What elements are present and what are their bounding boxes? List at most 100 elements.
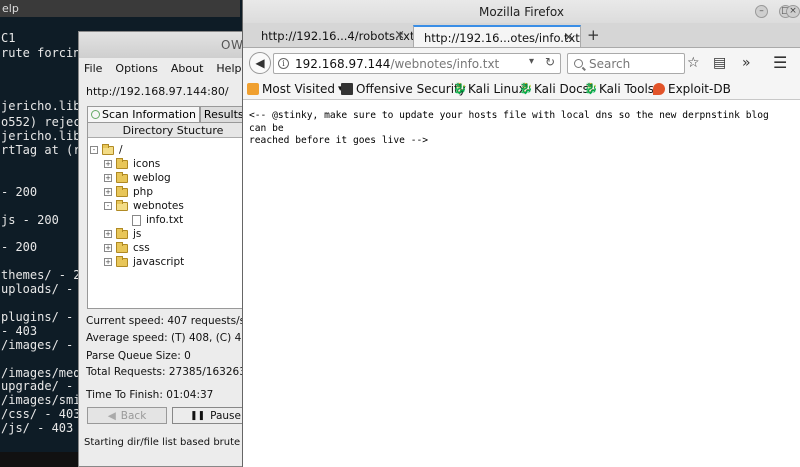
tree-item-root[interactable]: - / xyxy=(90,143,123,157)
terminal-line: /images/smil xyxy=(1,393,88,407)
bookmark-offensive-security[interactable]: Offensive Security xyxy=(341,82,466,96)
tree-item-javascript[interactable]: + javascript xyxy=(104,255,184,269)
url-path: /webnotes/info.txt xyxy=(390,56,500,71)
tree-label: weblog xyxy=(133,172,171,184)
terminal-line: upgrade/ - 4 xyxy=(1,379,88,393)
star-bookmark-icon[interactable]: ☆ xyxy=(687,55,700,71)
bookmark-kali-linux[interactable]: 🐉 Kali Linux xyxy=(453,82,526,96)
tree-item-php[interactable]: + php xyxy=(104,185,153,199)
bookmark-label: Kali Tools xyxy=(599,82,655,96)
url-bar[interactable]: i 192.168.97.144/webnotes/info.txt ▾ ↻ xyxy=(273,53,561,74)
terminal-line: js - 200 xyxy=(1,213,59,227)
offensive-security-icon xyxy=(341,83,353,95)
collapse-icon[interactable]: - xyxy=(104,202,112,210)
tree-item-webnotes[interactable]: - webnotes xyxy=(104,199,184,213)
menu-about[interactable]: About xyxy=(171,59,204,77)
expand-icon[interactable]: + xyxy=(104,258,112,266)
search-placeholder: Search xyxy=(589,56,631,71)
tree-item-info-txt[interactable]: info.txt xyxy=(132,213,183,227)
tree-label: icons xyxy=(133,158,161,170)
terminal-line: jericho.lib xyxy=(1,99,81,113)
firefox-titlebar: Mozilla Firefox – □ × xyxy=(243,0,800,23)
terminal-line: C1 xyxy=(1,31,16,45)
url-dropdown-icon[interactable]: ▾ xyxy=(529,56,534,67)
most-visited-icon xyxy=(247,83,259,95)
file-icon xyxy=(132,214,141,226)
minimize-icon[interactable]: – xyxy=(755,5,768,18)
expand-icon[interactable]: + xyxy=(104,160,112,168)
terminal-line: /images/medi xyxy=(1,366,88,380)
owasp-window-title: OWA xyxy=(79,32,257,58)
search-icon xyxy=(574,59,583,68)
exploit-db-icon xyxy=(653,83,665,95)
back-arrow-icon[interactable]: ◀ xyxy=(249,52,271,74)
reload-icon[interactable]: ↻ xyxy=(545,55,555,69)
average-speed: Average speed: (T) 408, (C) 414 r xyxy=(86,332,258,344)
tree-label: js xyxy=(133,228,142,240)
page-content: <-- @stinky, make sure to update your ho… xyxy=(243,101,800,467)
bookmark-label: Kali Docs xyxy=(534,82,589,96)
window-title: Mozilla Firefox xyxy=(479,5,564,19)
terminal-line: uploads/ - 4 xyxy=(1,282,88,296)
terminal-line: jericho.lib xyxy=(1,129,81,143)
tab-robots-txt[interactable]: http://192.16...4/robots.txt × xyxy=(251,25,415,47)
terminal-line: - 403 xyxy=(1,324,38,338)
pause-label: Pause xyxy=(210,409,241,422)
tree-item-weblog[interactable]: + weblog xyxy=(104,171,171,185)
tab-close-icon[interactable]: × xyxy=(563,30,574,45)
tab-info-txt[interactable]: http://192.16...otes/info.txt × xyxy=(413,25,581,47)
menu-help[interactable]: Help xyxy=(216,59,241,77)
back-label: Back xyxy=(120,409,147,422)
bookmark-kali-docs[interactable]: 🐉 Kali Docs xyxy=(519,82,589,96)
menu-options[interactable]: Options xyxy=(115,59,157,77)
tab-label: http://192.16...4/robots.txt xyxy=(261,29,415,43)
tree-label: css xyxy=(133,242,150,254)
expand-icon[interactable]: + xyxy=(104,230,112,238)
parse-queue-size: Parse Queue Size: 0 xyxy=(86,350,191,362)
reading-list-icon[interactable]: ▤ xyxy=(713,55,726,71)
owasp-menubar: File Options About Help xyxy=(79,59,257,77)
tree-item-icons[interactable]: + icons xyxy=(104,157,160,171)
tab-label: Scan Information xyxy=(102,108,196,121)
terminal-menu-help[interactable]: elp xyxy=(0,0,240,17)
folder-icon xyxy=(116,157,128,169)
status-bar: Starting dir/file list based brute for xyxy=(84,437,258,448)
tree-item-js[interactable]: + js xyxy=(104,227,141,241)
bookmark-kali-tools[interactable]: 🐉 Kali Tools xyxy=(584,82,654,96)
folder-icon xyxy=(116,171,128,183)
expand-icon[interactable]: + xyxy=(104,244,112,252)
hamburger-menu-icon[interactable]: ☰ xyxy=(773,53,787,72)
bookmark-exploit-db[interactable]: Exploit-DB xyxy=(653,82,731,96)
collapse-icon[interactable]: - xyxy=(90,146,98,154)
terminal-line: /js/ - 403 xyxy=(1,421,74,435)
new-tab-plus-icon[interactable]: + xyxy=(587,26,600,44)
tree-label: info.txt xyxy=(146,214,184,226)
navigation-bar: ◀ i 192.168.97.144/webnotes/info.txt ▾ ↻… xyxy=(243,48,800,78)
firefox-window: Mozilla Firefox – □ × http://192.16...4/… xyxy=(242,0,800,467)
site-info-icon[interactable]: i xyxy=(278,58,289,69)
owasp-dirbuster-window: OWA File Options About Help http://192.1… xyxy=(78,31,258,467)
bookmark-most-visited[interactable]: Most Visited▾ xyxy=(247,82,343,96)
expand-icon[interactable]: + xyxy=(104,174,112,182)
overflow-chevron-icon[interactable]: » xyxy=(742,55,751,71)
menu-file[interactable]: File xyxy=(84,59,102,77)
search-input[interactable]: Search xyxy=(567,53,685,74)
tree-header: Directory Stucture xyxy=(88,123,257,138)
bookmark-label: Kali Linux xyxy=(468,82,526,96)
url-host: 192.168.97.144 xyxy=(295,56,391,71)
expand-icon[interactable]: + xyxy=(104,188,112,196)
bookmarks-toolbar: Most Visited▾ Offensive Security 🐉Kali L… xyxy=(243,78,800,100)
bookmark-label: Exploit-DB xyxy=(668,82,731,96)
tree-item-css[interactable]: + css xyxy=(104,241,150,255)
tab-scan-information[interactable]: Scan Information xyxy=(87,106,200,123)
tree-label: / xyxy=(119,144,123,156)
back-button[interactable]: ◀ Back xyxy=(87,407,167,424)
terminal-line: rtTag at (r2 xyxy=(1,143,88,157)
kali-dragon-icon: 🐉 xyxy=(453,82,467,95)
close-window-icon[interactable]: × xyxy=(786,5,800,18)
tree-label: javascript xyxy=(133,256,185,268)
pause-icon: ❚❚ xyxy=(190,410,206,421)
terminal-line: /css/ - 403 xyxy=(1,407,81,421)
tab-close-icon[interactable]: × xyxy=(394,28,405,43)
terminal-line: rute forcing xyxy=(1,46,88,60)
